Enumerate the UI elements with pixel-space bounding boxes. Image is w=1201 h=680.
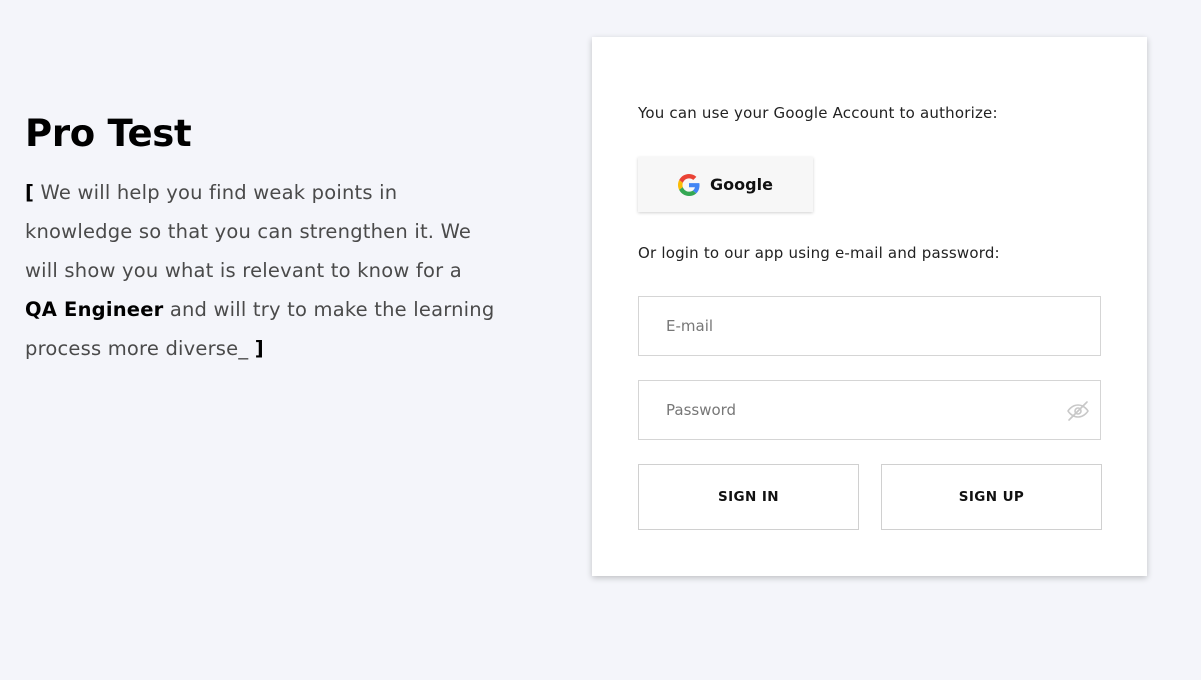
app-title: Pro Test [25, 112, 192, 155]
google-g-icon [678, 173, 700, 196]
eye-slash-icon[interactable] [1066, 399, 1090, 423]
google-sign-in-button[interactable]: Google [638, 157, 813, 212]
description-highlight: QA Engineer [25, 298, 164, 321]
close-bracket: ] [254, 337, 264, 360]
email-field-container [638, 296, 1101, 356]
login-prompt: Or login to our app using e-mail and pas… [638, 244, 1000, 262]
password-field-container [638, 380, 1101, 440]
google-button-label: Google [710, 175, 773, 194]
password-input[interactable] [639, 381, 1046, 439]
app-description: [ We will help you find weak points in k… [25, 173, 495, 368]
open-bracket: [ [25, 181, 35, 204]
description-text-before: We will help you find weak points in kno… [25, 181, 472, 282]
sign-up-button[interactable]: SIGN UP [881, 464, 1102, 530]
sign-in-button[interactable]: SIGN IN [638, 464, 859, 530]
auth-card: You can use your Google Account to autho… [592, 37, 1147, 576]
hero-section: Pro Test [ We will help you find weak po… [25, 112, 495, 368]
google-auth-prompt: You can use your Google Account to autho… [638, 104, 998, 122]
email-input[interactable] [639, 297, 1046, 355]
